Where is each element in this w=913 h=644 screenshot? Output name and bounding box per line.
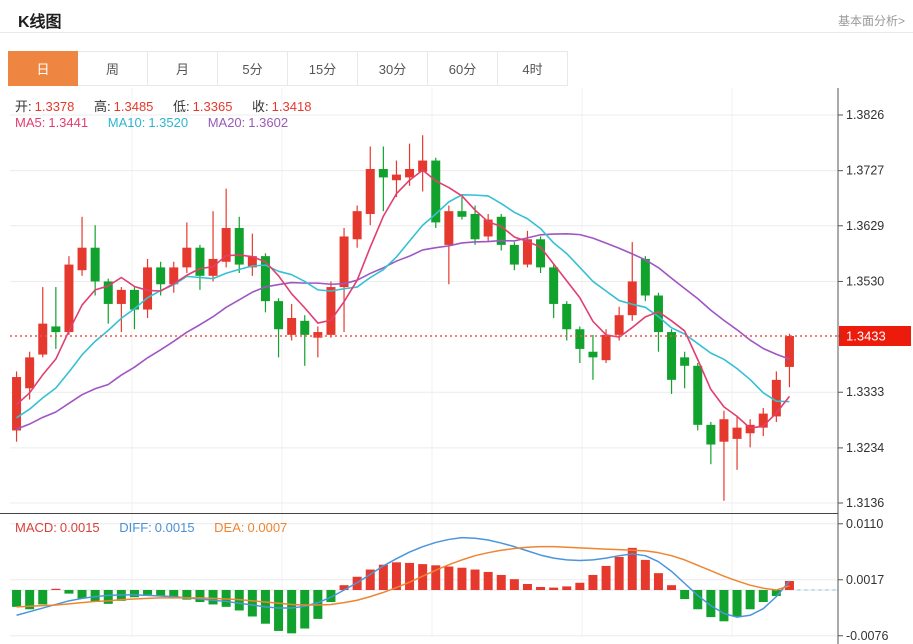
macd-value: 0.0015 xyxy=(60,520,100,535)
macd-axis-label: 0.0110 xyxy=(846,517,883,531)
price-axis-label: 1.3530 xyxy=(846,274,884,288)
price-axis-label: 1.3333 xyxy=(846,385,884,399)
ma5-label: MA5: xyxy=(15,115,45,130)
price-axis-label: 1.3234 xyxy=(846,441,884,455)
price-axis-label: 1.3727 xyxy=(846,164,884,178)
macd-axis-label: 0.0017 xyxy=(846,573,884,587)
open-label: 开: xyxy=(15,99,32,114)
close-label: 收: xyxy=(252,99,269,114)
ma10-value: 1.3520 xyxy=(148,115,188,130)
low-label: 低: xyxy=(173,99,190,114)
axis: 1.3826 1.3727 1.3629 1.3530 1.3333 1.3234 1.31… xyxy=(0,88,888,644)
open-value: 1.3378 xyxy=(35,99,75,114)
macd-legend: MACD:0.0015 DIFF:0.0015 DEA:0.0007 xyxy=(15,520,290,535)
high-label: 高: xyxy=(94,99,111,114)
low-value: 1.3365 xyxy=(193,99,233,114)
ma5-value: 1.3441 xyxy=(48,115,88,130)
diff-label: DIFF: xyxy=(119,520,152,535)
ohlc-legend: 开:1.3378 高:1.3485 低:1.3365 收:1.3418 xyxy=(15,96,327,115)
diff-value: 0.0015 xyxy=(155,520,195,535)
price-axis-label: 1.3136 xyxy=(846,496,884,510)
ma20-value: 1.3602 xyxy=(248,115,288,130)
macd-histogram xyxy=(12,548,794,633)
ma10-label: MA10: xyxy=(108,115,146,130)
kline-page: K线图 基本面分析> 日 周 月 5分 15分 30分 60分 4时 1.343… xyxy=(0,0,913,644)
dea-value: 0.0007 xyxy=(248,520,288,535)
macd-axis-label: -0.0076 xyxy=(846,629,888,643)
close-value: 1.3418 xyxy=(272,99,312,114)
high-value: 1.3485 xyxy=(114,99,154,114)
macd-label: MACD: xyxy=(15,520,57,535)
candles-layer xyxy=(12,135,794,501)
ma20-label: MA20: xyxy=(208,115,246,130)
current-price: 1.3433 xyxy=(10,326,911,346)
price-axis-label: 1.3629 xyxy=(846,219,884,233)
price-axis-label: 1.3826 xyxy=(846,108,884,122)
ma-legend: MA5:1.3441 MA10:1.3520 MA20:1.3602 xyxy=(15,115,291,130)
dea-label: DEA: xyxy=(214,520,244,535)
current-price-badge-value: 1.3433 xyxy=(846,328,886,343)
